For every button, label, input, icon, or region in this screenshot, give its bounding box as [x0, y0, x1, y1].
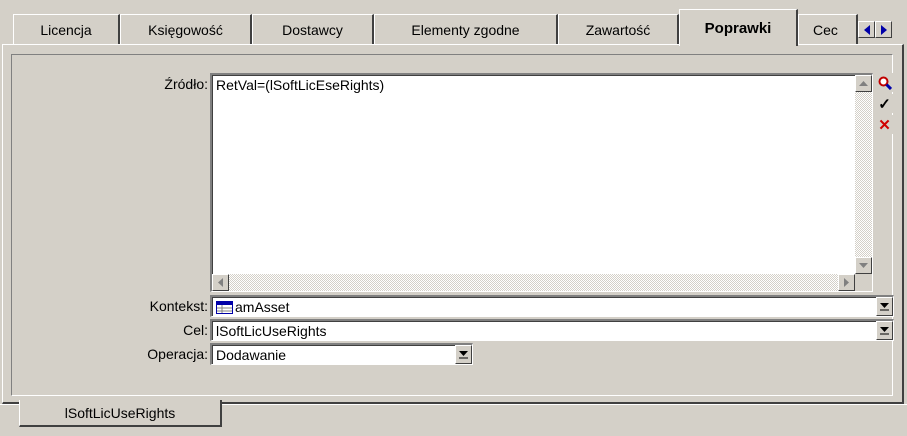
source-text: RetVal=(lSoftLicEseRights): [216, 77, 385, 93]
cancel-button[interactable]: ✕: [875, 115, 894, 134]
tab-label: Elementy zgodne: [411, 21, 520, 38]
operation-dropdown-button[interactable]: [455, 345, 472, 364]
context-dropdown-button[interactable]: [876, 297, 893, 316]
tab-scroll-right-button[interactable]: [875, 21, 892, 38]
tab-zawartosc[interactable]: Zawartość: [558, 14, 679, 44]
tab-strip: Licencja Księgowość Dostawcy Elementy zg…: [0, 0, 907, 46]
table-icon: [216, 301, 233, 314]
check-icon: ✓: [878, 95, 891, 113]
form-area: Źródło: RetVal=(lSoftLicEseRights) ✓ ✕ K…: [11, 54, 894, 396]
search-button[interactable]: [875, 73, 894, 92]
arrow-left-icon: [217, 278, 223, 287]
context-combo[interactable]: amAsset: [210, 295, 894, 317]
target-label: Cel:: [183, 322, 208, 338]
tab-dostawcy[interactable]: Dostawcy: [252, 14, 374, 44]
validate-button[interactable]: ✓: [875, 94, 894, 113]
scroll-left-button[interactable]: [212, 274, 229, 291]
arrow-left-icon: [863, 24, 870, 35]
target-dropdown-button[interactable]: [876, 321, 893, 340]
scroll-right-button[interactable]: [838, 274, 855, 291]
operation-label: Operacja:: [147, 346, 208, 362]
tab-cec[interactable]: Cec: [798, 14, 858, 44]
tab-ksiegowosc[interactable]: Księgowość: [120, 14, 252, 44]
tab-label: Licencja: [40, 21, 92, 38]
context-value: amAsset: [216, 299, 289, 315]
scroll-corner: [855, 274, 872, 291]
tab-scroll-buttons: [858, 21, 892, 38]
tab-scroll-left-button[interactable]: [858, 21, 875, 38]
tab-licencja[interactable]: Licencja: [13, 14, 120, 44]
scroll-down-button[interactable]: [855, 257, 872, 274]
magnifier-icon: [878, 76, 892, 90]
arrow-right-icon: [843, 278, 849, 287]
operation-value: Dodawanie: [216, 347, 287, 363]
arrow-down-icon: [859, 262, 868, 268]
tab-label: Cec: [813, 21, 838, 38]
chevron-down-icon: [880, 303, 889, 311]
tab-label: Księgowość: [148, 21, 223, 38]
target-combo[interactable]: lSoftLicUseRights: [210, 319, 894, 341]
tab-label: Poprawki: [704, 19, 772, 37]
context-label: Kontekst:: [149, 298, 208, 314]
tab-label: Dostawcy: [282, 21, 343, 38]
tab-lsoftlicuserights[interactable]: lSoftLicUseRights: [19, 400, 222, 427]
chevron-down-icon: [459, 351, 468, 359]
tab-poprawki[interactable]: Poprawki: [679, 9, 798, 46]
source-editor[interactable]: RetVal=(lSoftLicEseRights): [210, 73, 873, 292]
tab-elementy-zgodne[interactable]: Elementy zgodne: [374, 14, 558, 44]
operation-select[interactable]: Dodawanie: [210, 343, 473, 365]
arrow-right-icon: [880, 24, 887, 35]
horizontal-scrollbar[interactable]: [212, 274, 855, 291]
tab-label: lSoftLicUseRights: [64, 404, 176, 421]
arrow-up-icon: [859, 80, 868, 86]
source-label: Źródło:: [164, 76, 208, 92]
cross-icon: ✕: [878, 116, 891, 134]
chevron-down-icon: [880, 327, 889, 335]
target-value: lSoftLicUseRights: [216, 323, 327, 339]
context-text: amAsset: [235, 299, 290, 315]
scroll-up-button[interactable]: [855, 75, 872, 92]
tab-label: Zawartość: [585, 21, 651, 38]
tab-panel: Źródło: RetVal=(lSoftLicEseRights) ✓ ✕ K…: [2, 44, 904, 404]
vertical-scrollbar[interactable]: [855, 75, 872, 274]
